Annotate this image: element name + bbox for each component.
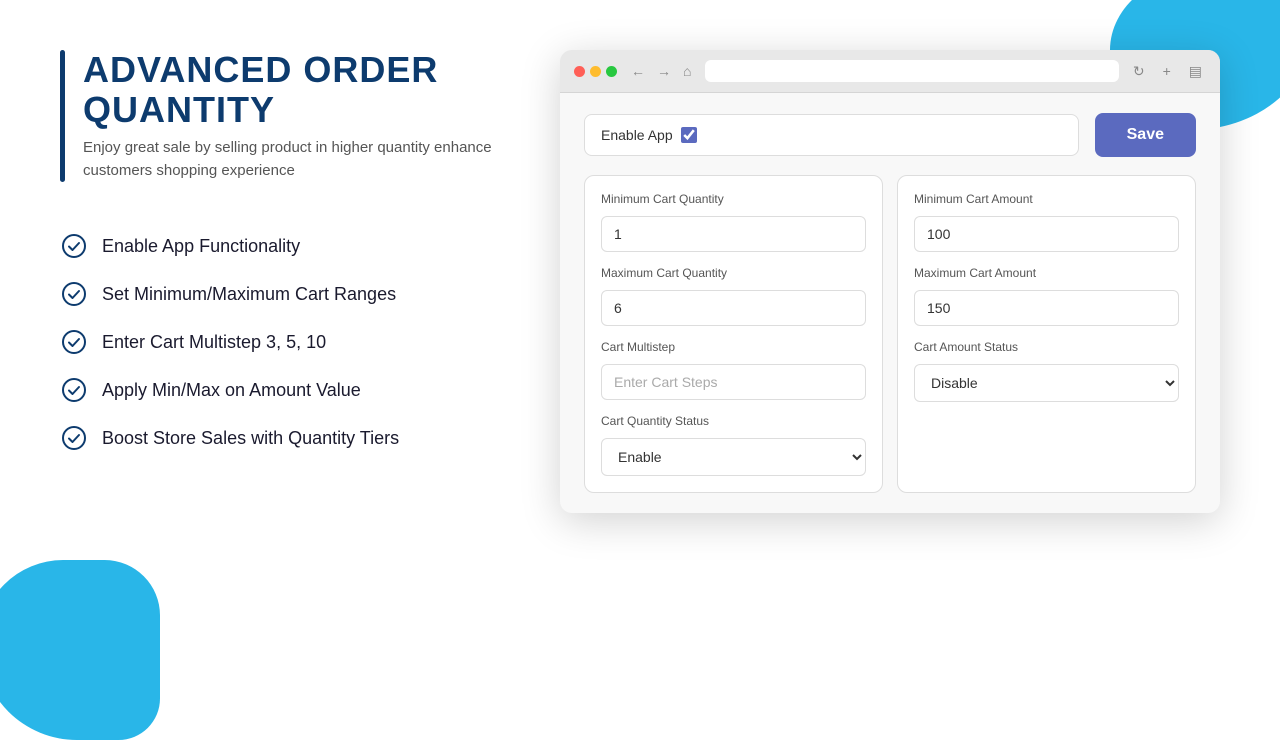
max-amount-input[interactable]: [914, 290, 1179, 326]
feature-item-1: Enable App Functionality: [60, 232, 520, 260]
multistep-group: Cart Multistep: [601, 340, 866, 400]
page-subtitle: Enjoy great sale by selling product in h…: [83, 137, 520, 182]
qty-status-label: Cart Quantity Status: [601, 414, 866, 428]
browser-search-input[interactable]: [705, 60, 1118, 82]
feature-item-3: Enter Cart Multistep 3, 5, 10: [60, 328, 520, 356]
features-list: Enable App Functionality Set Minimum/Max…: [60, 232, 520, 452]
max-amount-group: Maximum Cart Amount: [914, 266, 1179, 326]
feature-item-2: Set Minimum/Maximum Cart Ranges: [60, 280, 520, 308]
header-section: ADVANCED ORDER QUANTITY Enjoy great sale…: [60, 50, 520, 182]
feature-label-4: Apply Min/Max on Amount Value: [102, 380, 361, 401]
check-icon-3: [60, 328, 88, 356]
min-amount-group: Minimum Cart Amount: [914, 192, 1179, 252]
right-form-card: Minimum Cart Amount Maximum Cart Amount …: [897, 175, 1196, 493]
enable-app-field: Enable App: [584, 114, 1079, 156]
browser-toolbar: ← → ⌂ ↻ + ▤: [560, 50, 1220, 93]
form-grid: Minimum Cart Quantity Maximum Cart Quant…: [584, 175, 1196, 493]
min-qty-group: Minimum Cart Quantity: [601, 192, 866, 252]
dot-red[interactable]: [574, 66, 585, 77]
feature-item-5: Boost Store Sales with Quantity Tiers: [60, 424, 520, 452]
header-text: ADVANCED ORDER QUANTITY Enjoy great sale…: [83, 50, 520, 182]
min-amount-label: Minimum Cart Amount: [914, 192, 1179, 206]
browser-dots: [574, 66, 617, 77]
multistep-input[interactable]: [601, 364, 866, 400]
enable-app-label: Enable App: [601, 127, 673, 143]
qty-status-group: Cart Quantity Status Enable Disable: [601, 414, 866, 476]
feature-label-5: Boost Store Sales with Quantity Tiers: [102, 428, 399, 449]
browser-body: Enable App Save Minimum Cart Quantity: [560, 93, 1220, 513]
amount-status-select[interactable]: Disable Enable: [914, 364, 1179, 402]
max-amount-label: Maximum Cart Amount: [914, 266, 1179, 280]
page-title: ADVANCED ORDER QUANTITY: [83, 50, 520, 129]
enable-app-checkbox[interactable]: [681, 127, 697, 143]
add-tab-button[interactable]: +: [1159, 61, 1175, 81]
browser-nav: ← → ⌂: [627, 61, 695, 81]
qty-status-select[interactable]: Enable Disable: [601, 438, 866, 476]
accent-bar: [60, 50, 65, 182]
amount-status-group: Cart Amount Status Disable Enable: [914, 340, 1179, 402]
max-qty-group: Maximum Cart Quantity: [601, 266, 866, 326]
refresh-button[interactable]: ↻: [1129, 61, 1149, 82]
left-panel: ADVANCED ORDER QUANTITY Enjoy great sale…: [60, 50, 520, 680]
forward-button[interactable]: →: [653, 61, 675, 81]
feature-label-3: Enter Cart Multistep 3, 5, 10: [102, 332, 326, 353]
check-icon-4: [60, 376, 88, 404]
min-qty-input[interactable]: [601, 216, 866, 252]
max-qty-input[interactable]: [601, 290, 866, 326]
main-content: ADVANCED ORDER QUANTITY Enjoy great sale…: [0, 0, 1280, 720]
back-button[interactable]: ←: [627, 61, 649, 81]
feature-label-2: Set Minimum/Maximum Cart Ranges: [102, 284, 396, 305]
home-button[interactable]: ⌂: [679, 61, 695, 81]
min-amount-input[interactable]: [914, 216, 1179, 252]
share-button[interactable]: ▤: [1185, 61, 1206, 82]
enable-app-row: Enable App Save: [584, 113, 1196, 157]
save-button[interactable]: Save: [1095, 113, 1196, 157]
max-qty-label: Maximum Cart Quantity: [601, 266, 866, 280]
dot-green[interactable]: [606, 66, 617, 77]
check-icon-5: [60, 424, 88, 452]
feature-label-1: Enable App Functionality: [102, 236, 300, 257]
left-form-card: Minimum Cart Quantity Maximum Cart Quant…: [584, 175, 883, 493]
browser-window: ← → ⌂ ↻ + ▤ Enable App Save: [560, 50, 1220, 513]
right-panel: ← → ⌂ ↻ + ▤ Enable App Save: [560, 50, 1220, 680]
dot-yellow[interactable]: [590, 66, 601, 77]
min-qty-label: Minimum Cart Quantity: [601, 192, 866, 206]
multistep-label: Cart Multistep: [601, 340, 866, 354]
feature-item-4: Apply Min/Max on Amount Value: [60, 376, 520, 404]
amount-status-label: Cart Amount Status: [914, 340, 1179, 354]
check-icon-2: [60, 280, 88, 308]
check-icon-1: [60, 232, 88, 260]
